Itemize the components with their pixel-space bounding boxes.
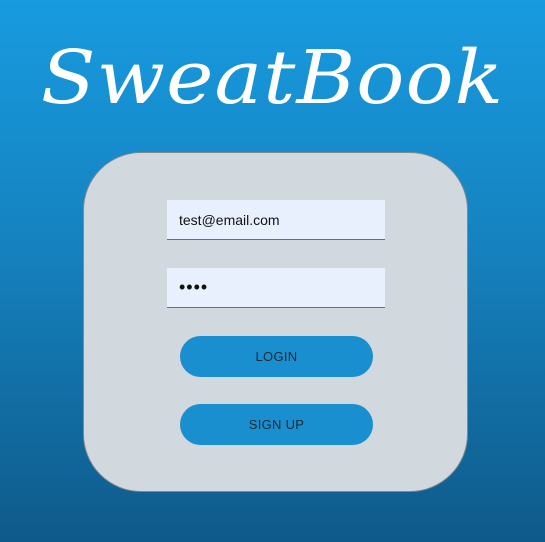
login-card: LOGIN SIGN UP — [83, 152, 468, 492]
app-title: SweatBook — [40, 35, 505, 121]
login-button[interactable]: LOGIN — [180, 336, 373, 377]
email-field[interactable] — [167, 200, 385, 240]
signup-button[interactable]: SIGN UP — [180, 404, 373, 445]
password-field[interactable] — [167, 268, 385, 308]
